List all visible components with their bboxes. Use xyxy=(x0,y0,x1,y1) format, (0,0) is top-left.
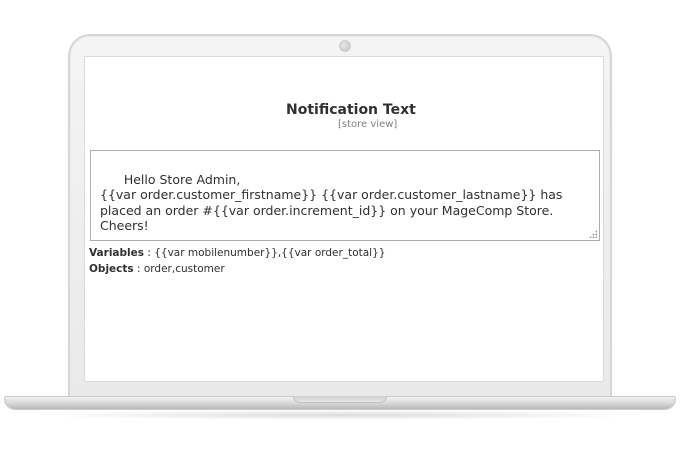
variables-note: Variables : {{var mobilenumber}},{{var o… xyxy=(89,247,385,259)
laptop-base-notch xyxy=(293,396,387,403)
objects-note: Objects : order,customer xyxy=(89,263,225,275)
laptop-screen: Notification Text [store view] Hello Sto… xyxy=(84,56,604,382)
store-view-scope: [store view] xyxy=(338,119,398,130)
notification-text-value: Hello Store Admin, {{var order.customer_… xyxy=(100,171,563,234)
webcam-icon xyxy=(339,40,351,52)
objects-value: order,customer xyxy=(143,263,225,275)
variables-value: {{var mobilenumber}},{{var order_total}} xyxy=(154,247,386,259)
field-label: Notification Text xyxy=(286,102,416,118)
objects-separator: : xyxy=(133,263,144,275)
resize-grip-icon[interactable] xyxy=(589,230,597,238)
laptop-shadow xyxy=(30,410,650,420)
notification-text-textarea[interactable]: Hello Store Admin, {{var order.customer_… xyxy=(90,150,600,241)
variables-label: Variables xyxy=(89,247,144,259)
laptop-mockup: Notification Text [store view] Hello Sto… xyxy=(0,0,680,450)
objects-label: Objects xyxy=(89,263,134,275)
variables-separator: : xyxy=(144,247,155,259)
